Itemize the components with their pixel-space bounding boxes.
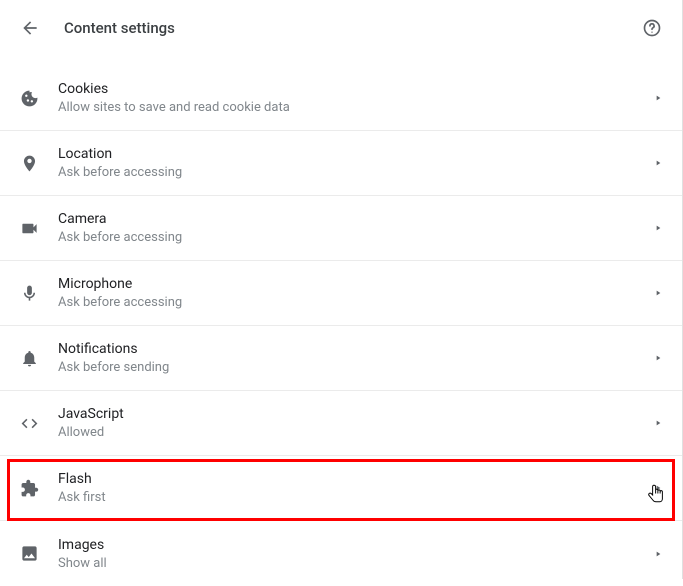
row-subtitle: Ask before accessing: [58, 165, 654, 180]
row-images[interactable]: Images Show all: [0, 521, 682, 586]
row-cookies[interactable]: Cookies Allow sites to save and read coo…: [0, 66, 682, 131]
cookie-icon: [20, 89, 39, 108]
page-title: Content settings: [64, 19, 642, 37]
icon-wrap: [20, 479, 58, 498]
row-content: Cookies Allow sites to save and read coo…: [58, 81, 654, 115]
row-content: Flash Ask first: [58, 471, 654, 505]
notifications-icon: [20, 349, 39, 368]
icon-wrap: [20, 544, 58, 563]
chevron-right-icon: [654, 159, 662, 167]
icon-wrap: [20, 89, 58, 108]
row-camera[interactable]: Camera Ask before accessing: [0, 196, 682, 261]
microphone-icon: [20, 284, 39, 303]
row-title: Flash: [58, 471, 654, 487]
row-flash[interactable]: Flash Ask first: [0, 456, 682, 521]
chevron-right-icon: [654, 419, 662, 427]
row-title: Camera: [58, 211, 654, 227]
icon-wrap: [20, 284, 58, 303]
header: Content settings: [0, 0, 682, 56]
icon-wrap: [20, 154, 58, 173]
code-icon: [20, 414, 39, 433]
row-subtitle: Allow sites to save and read cookie data: [58, 100, 654, 115]
row-microphone[interactable]: Microphone Ask before accessing: [0, 261, 682, 326]
row-title: JavaScript: [58, 406, 654, 422]
help-icon[interactable]: [642, 18, 662, 38]
row-javascript[interactable]: JavaScript Allowed: [0, 391, 682, 456]
row-subtitle: Allowed: [58, 425, 654, 440]
location-icon: [20, 154, 39, 173]
chevron-right-icon: [654, 484, 662, 492]
chevron-right-icon: [654, 94, 662, 102]
icon-wrap: [20, 414, 58, 433]
row-content: Microphone Ask before accessing: [58, 276, 654, 310]
camera-icon: [20, 219, 39, 238]
chevron-right-icon: [654, 550, 662, 558]
row-content: Camera Ask before accessing: [58, 211, 654, 245]
row-subtitle: Ask before sending: [58, 360, 654, 375]
extension-icon: [20, 479, 39, 498]
row-title: Notifications: [58, 341, 654, 357]
row-content: Notifications Ask before sending: [58, 341, 654, 375]
row-title: Images: [58, 537, 654, 553]
row-subtitle: Ask before accessing: [58, 295, 654, 310]
settings-list: Cookies Allow sites to save and read coo…: [0, 66, 682, 586]
row-content: Location Ask before accessing: [58, 146, 654, 180]
chevron-right-icon: [654, 289, 662, 297]
back-arrow-icon[interactable]: [20, 18, 40, 38]
icon-wrap: [20, 349, 58, 368]
row-title: Cookies: [58, 81, 654, 97]
row-subtitle: Ask first: [58, 490, 654, 505]
row-content: Images Show all: [58, 537, 654, 571]
chevron-right-icon: [654, 224, 662, 232]
chevron-right-icon: [654, 354, 662, 362]
row-title: Location: [58, 146, 654, 162]
row-title: Microphone: [58, 276, 654, 292]
row-location[interactable]: Location Ask before accessing: [0, 131, 682, 196]
images-icon: [20, 544, 39, 563]
row-subtitle: Show all: [58, 556, 654, 571]
row-subtitle: Ask before accessing: [58, 230, 654, 245]
icon-wrap: [20, 219, 58, 238]
row-notifications[interactable]: Notifications Ask before sending: [0, 326, 682, 391]
row-content: JavaScript Allowed: [58, 406, 654, 440]
